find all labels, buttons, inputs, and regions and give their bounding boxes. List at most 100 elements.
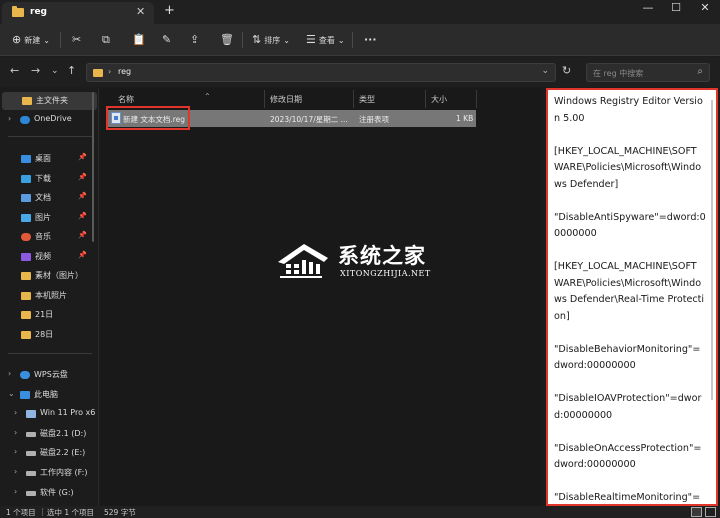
maximize-button[interactable]: ☐ [664,1,688,14]
column-divider[interactable] [353,90,354,108]
sidebar-item-disk-d[interactable]: › 磁盘2.1 (D:) [0,425,99,443]
sidebar-item-disk-e[interactable]: › 磁盘2.2 (E:) [0,444,99,462]
pin-icon[interactable]: 📌 [78,153,87,161]
folder-icon [21,311,31,319]
sidebar-item-documents[interactable]: 文档 📌 [0,189,99,207]
chevron-right-icon[interactable]: › [14,467,17,476]
close-window-button[interactable]: ✕ [693,1,717,14]
paste-icon[interactable]: 📋 [132,32,146,48]
download-icon [21,175,31,183]
back-arrow-icon[interactable]: ← [10,64,19,77]
rename-icon[interactable]: ✎ [162,32,171,48]
document-icon [21,194,31,202]
chevron-down-icon: ⌄ [43,36,50,45]
sidebar-item-disk-g[interactable]: › 软件 (G:) [0,484,99,502]
drive-icon [26,410,36,418]
sidebar-item-wps-cloud[interactable]: › WPS云盘 [0,366,99,384]
pin-icon[interactable]: 📌 [78,231,87,239]
chevron-right-icon[interactable]: › [14,447,17,456]
share-icon[interactable]: ⇪ [190,32,199,48]
sidebar-item-label: 28日 [35,330,54,339]
delete-icon[interactable]: 🗑 [220,32,234,48]
sidebar-item-this-pc[interactable]: ⌄ 此电脑 [0,386,99,404]
sort-icon: ⇅ [252,33,262,46]
copy-icon[interactable]: ⧉ [102,32,110,48]
column-header-type[interactable]: 类型 [359,94,375,105]
breadcrumb-chevron-icon: › [108,67,112,76]
sidebar-item-music[interactable]: 音乐 📌 [0,228,99,246]
view-button[interactable]: ☰ 查看 ⌄ [306,32,345,48]
minimize-button[interactable]: — [636,1,660,14]
chevron-down-icon[interactable]: ⌄ [8,389,15,398]
new-tab-button[interactable]: + [164,3,175,18]
close-tab-icon[interactable]: ✕ [136,5,145,18]
sidebar-item-label: 视频 [35,252,51,261]
address-bar[interactable]: › reg ⌄ [86,63,556,82]
more-options-icon[interactable]: ··· [364,32,377,48]
column-divider[interactable] [264,90,265,108]
cut-icon[interactable]: ✂ [72,32,81,48]
sidebar-item-28[interactable]: 28日 [0,326,99,344]
command-bar: ⊕ 新建 ⌄ ✂ ⧉ 📋 ✎ ⇪ 🗑 ⇅ 排序 ⌄ ☰ 查看 ⌄ ··· [0,24,720,56]
sidebar-item-label: 下载 [35,174,51,183]
column-divider[interactable] [476,90,477,108]
sidebar-item-pictures[interactable]: 图片 📌 [0,209,99,227]
watermark-subtitle: XITONGZHIJIA.NET [340,269,431,278]
preview-scrollbar[interactable] [711,100,713,400]
sidebar-item-desktop[interactable]: 桌面 📌 [0,150,99,168]
search-input[interactable]: 在 reg 中搜索 ⌕ [586,63,710,82]
chevron-right-icon[interactable]: › [8,114,11,123]
preview-pane[interactable]: Windows Registry Editor Version 5.00 [HK… [546,88,718,518]
sidebar-item-win11[interactable]: › Win 11 Pro x6 [0,405,99,423]
chevron-right-icon[interactable]: › [8,369,11,378]
column-divider[interactable] [425,90,426,108]
column-header-size[interactable]: 大小 [431,94,447,105]
sidebar-item-21[interactable]: 21日 [0,306,99,324]
sidebar-item-disk-f[interactable]: › 工作内容 (F:) [0,464,99,482]
desktop-icon [21,155,31,163]
column-header-name[interactable]: 名称 ⌃ [118,92,211,105]
sidebar-item-label: 图片 [35,213,51,222]
breadcrumb-reg[interactable]: reg [118,67,131,76]
chevron-right-icon[interactable]: › [14,487,17,496]
new-button[interactable]: ⊕ 新建 ⌄ [12,32,50,48]
pin-icon[interactable]: 📌 [78,173,87,181]
chevron-right-icon[interactable]: › [14,408,17,417]
sidebar-item-label: 音乐 [35,232,51,241]
toolbar-divider [242,32,243,48]
chevron-down-icon: ⌄ [283,36,290,45]
sidebar-item-label: 磁盘2.1 (D:) [40,429,87,438]
sidebar-item-downloads[interactable]: 下载 📌 [0,170,99,188]
sidebar-item-videos[interactable]: 视频 📌 [0,248,99,266]
folder-icon [21,331,31,339]
sidebar-item-onedrive[interactable]: › OneDrive [0,111,99,129]
preview-paragraph: "DisableBehaviorMonitoring"=dword:000000… [554,343,701,372]
details-view-icon[interactable] [691,507,702,517]
sidebar-item-home[interactable]: 主文件夹 [2,92,97,110]
sort-button[interactable]: ⇅ 排序 ⌄ [252,32,290,48]
drive-icon [26,471,36,476]
tab-reg[interactable]: reg ✕ [2,2,154,24]
sidebar-item-local-photos[interactable]: 本机照片 [0,287,99,305]
pin-icon[interactable]: 📌 [78,212,87,220]
forward-arrow-icon[interactable]: → [31,64,40,77]
chevron-right-icon[interactable]: › [14,428,17,437]
refresh-icon[interactable]: ↻ [562,64,571,77]
sidebar-divider [8,136,92,137]
drive-icon [26,491,36,496]
chevron-down-icon[interactable]: ⌄ [541,66,549,76]
recent-chevron-icon[interactable]: ⌄ [51,66,59,76]
file-size: 1 KB [456,114,474,123]
highlight-box [106,106,190,130]
pin-icon[interactable]: 📌 [78,251,87,259]
pin-icon[interactable]: 📌 [78,192,87,200]
video-icon [21,253,31,261]
file-type: 注册表项 [359,115,389,124]
watermark: 系统之家 XITONGZHIJIA.NET [274,238,454,288]
tiles-view-icon[interactable] [705,507,716,517]
column-header-date[interactable]: 修改日期 [270,94,302,105]
up-arrow-icon[interactable]: ↑ [67,64,76,77]
sidebar-item-label: 素材（图片） [35,271,83,280]
sidebar-item-materials[interactable]: 素材（图片） [0,267,99,285]
sidebar-scrollbar[interactable] [92,92,94,242]
